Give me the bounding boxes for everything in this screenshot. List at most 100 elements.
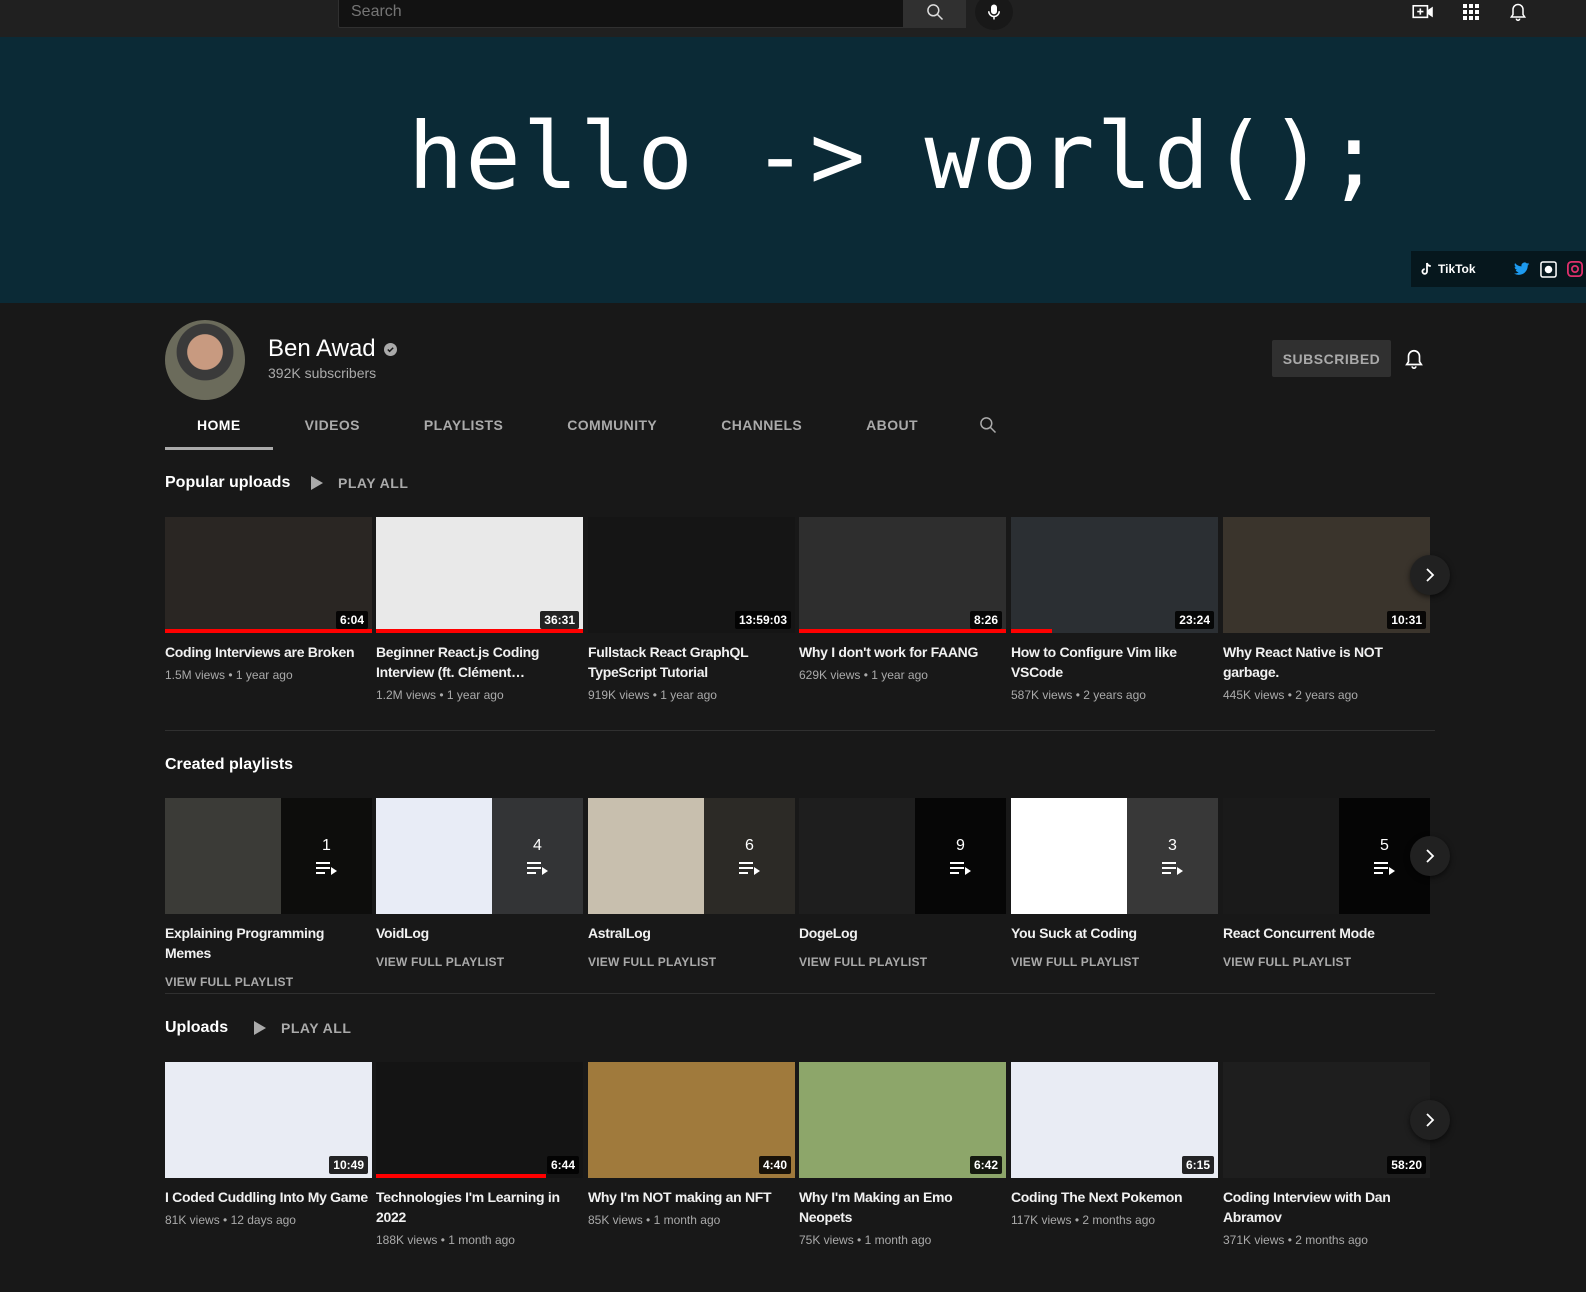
playlist-card[interactable]: 9 DogeLog VIEW FULL PLAYLIST — [799, 798, 1006, 969]
tab-videos[interactable]: VIDEOS — [273, 400, 392, 450]
video-meta: 587K views • 2 years ago — [1011, 688, 1146, 702]
uploads-next-button[interactable] — [1410, 1100, 1450, 1140]
popular-play-all-button[interactable]: PLAY ALL — [310, 475, 408, 491]
video-title[interactable]: Fullstack React GraphQL TypeScript Tutor… — [588, 642, 795, 682]
video-age: 1 year ago — [660, 688, 717, 702]
popular-uploads-title[interactable]: Popular uploads — [165, 474, 290, 492]
video-card[interactable]: 6:04 Coding Interviews are Broken 1.5M v… — [165, 517, 372, 682]
tiktok-link[interactable]: TikTok — [1421, 262, 1476, 276]
video-thumbnail[interactable]: 10:31 — [1223, 517, 1430, 633]
view-full-playlist-link[interactable]: VIEW FULL PLAYLIST — [376, 955, 583, 969]
video-thumbnail[interactable]: 6:15 — [1011, 1062, 1218, 1178]
uploads-play-all-button[interactable]: PLAY ALL — [253, 1020, 351, 1036]
instagram-icon[interactable] — [1566, 261, 1583, 277]
video-card[interactable]: 6:42 Why I'm Making an Emo Neopets 75K v… — [799, 1062, 1006, 1247]
view-full-playlist-link[interactable]: VIEW FULL PLAYLIST — [165, 975, 372, 989]
video-thumbnail[interactable]: 4:40 — [588, 1062, 795, 1178]
playlist-card[interactable]: 4 VoidLog VIEW FULL PLAYLIST — [376, 798, 583, 969]
video-card[interactable]: 10:31 Why React Native is NOT garbage. 4… — [1223, 517, 1430, 702]
search-box[interactable] — [338, 0, 904, 28]
video-thumbnail[interactable]: 6:44 — [376, 1062, 583, 1178]
video-title[interactable]: Why I don't work for FAANG — [799, 642, 1006, 662]
view-full-playlist-link[interactable]: VIEW FULL PLAYLIST — [1223, 955, 1430, 969]
video-card[interactable]: 6:15 Coding The Next Pokemon 117K views … — [1011, 1062, 1218, 1227]
playlist-card[interactable]: 3 You Suck at Coding VIEW FULL PLAYLIST — [1011, 798, 1218, 969]
video-title[interactable]: Why I'm Making an Emo Neopets — [799, 1187, 1006, 1227]
uploads-title[interactable]: Uploads — [165, 1019, 228, 1037]
video-duration: 4:40 — [758, 1156, 791, 1174]
video-card[interactable]: 4:40 Why I'm NOT making an NFT 85K views… — [588, 1062, 795, 1227]
voice-search-button[interactable] — [975, 0, 1013, 30]
video-title[interactable]: Technologies I'm Learning in 2022 — [376, 1187, 583, 1227]
tab-community[interactable]: COMMUNITY — [535, 400, 689, 450]
channel-search-button[interactable] — [958, 400, 1018, 450]
subscribed-button[interactable]: SUBSCRIBED — [1272, 340, 1391, 377]
playlist-thumbnail[interactable]: 9 — [799, 798, 1006, 914]
video-card[interactable]: 36:31 Beginner React.js Coding Interview… — [376, 517, 583, 702]
mic-icon — [988, 4, 1000, 20]
video-title[interactable]: I Coded Cuddling Into My Game — [165, 1187, 372, 1207]
tab-home[interactable]: HOME — [165, 400, 273, 450]
video-thumbnail[interactable]: 23:24 — [1011, 517, 1218, 633]
playlist-title[interactable]: You Suck at Coding — [1011, 923, 1218, 943]
video-title[interactable]: Beginner React.js Coding Interview (ft. … — [376, 642, 583, 682]
apps-icon — [1463, 4, 1479, 20]
view-full-playlist-link[interactable]: VIEW FULL PLAYLIST — [588, 955, 795, 969]
create-video-button[interactable] — [1411, 0, 1435, 24]
playlist-count: 5 — [1380, 837, 1389, 854]
notification-bell-button[interactable] — [1403, 347, 1427, 371]
video-duration: 23:24 — [1175, 611, 1214, 629]
popular-next-button[interactable] — [1410, 555, 1450, 595]
playlist-thumbnail[interactable]: 5 — [1223, 798, 1430, 914]
video-title[interactable]: Coding The Next Pokemon — [1011, 1187, 1218, 1207]
playlist-card[interactable]: 1 Explaining Programming Memes VIEW FULL… — [165, 798, 372, 989]
search-button[interactable] — [904, 0, 966, 28]
video-card[interactable]: 6:44 Technologies I'm Learning in 2022 1… — [376, 1062, 583, 1247]
playlist-title[interactable]: AstralLog — [588, 923, 795, 943]
video-thumbnail[interactable]: 8:26 — [799, 517, 1006, 633]
channel-name[interactable]: Ben Awad — [268, 335, 376, 363]
playlist-icon — [1373, 862, 1395, 875]
video-thumbnail[interactable]: 6:04 — [165, 517, 372, 633]
apps-button[interactable] — [1459, 0, 1483, 24]
video-thumbnail[interactable]: 36:31 — [376, 517, 583, 633]
tab-channels[interactable]: CHANNELS — [689, 400, 834, 450]
notifications-button[interactable] — [1506, 0, 1530, 24]
video-title[interactable]: Why I'm NOT making an NFT — [588, 1187, 795, 1207]
playlists-next-button[interactable] — [1410, 836, 1450, 876]
playlist-thumbnail[interactable]: 6 — [588, 798, 795, 914]
video-title[interactable]: How to Configure Vim like VSCode — [1011, 642, 1218, 682]
playlist-card[interactable]: 5 React Concurrent Mode VIEW FULL PLAYLI… — [1223, 798, 1430, 969]
video-title[interactable]: Coding Interview with Dan Abramov — [1223, 1187, 1430, 1227]
video-title[interactable]: Coding Interviews are Broken — [165, 642, 372, 662]
video-thumbnail[interactable]: 13:59:03 — [588, 517, 795, 633]
video-card[interactable]: 23:24 How to Configure Vim like VSCode 5… — [1011, 517, 1218, 702]
playlist-count: 9 — [956, 837, 965, 854]
twitter-icon[interactable] — [1513, 262, 1530, 276]
playlist-thumbnail[interactable]: 3 — [1011, 798, 1218, 914]
created-playlists-title[interactable]: Created playlists — [165, 756, 293, 774]
github-icon[interactable] — [1539, 260, 1557, 278]
video-thumbnail[interactable]: 58:20 — [1223, 1062, 1430, 1178]
playlist-thumbnail[interactable]: 1 — [165, 798, 372, 914]
video-title[interactable]: Why React Native is NOT garbage. — [1223, 642, 1430, 682]
video-card[interactable]: 10:49 I Coded Cuddling Into My Game 81K … — [165, 1062, 372, 1227]
search-input[interactable] — [339, 0, 903, 27]
tab-about[interactable]: ABOUT — [834, 400, 950, 450]
video-card[interactable]: 8:26 Why I don't work for FAANG 629K vie… — [799, 517, 1006, 682]
video-thumbnail[interactable]: 6:42 — [799, 1062, 1006, 1178]
view-full-playlist-link[interactable]: VIEW FULL PLAYLIST — [1011, 955, 1218, 969]
playlist-thumbnail[interactable]: 4 — [376, 798, 583, 914]
playlist-title[interactable]: DogeLog — [799, 923, 1006, 943]
tab-playlists[interactable]: PLAYLISTS — [392, 400, 535, 450]
playlist-title[interactable]: React Concurrent Mode — [1223, 923, 1430, 943]
playlist-card[interactable]: 6 AstralLog VIEW FULL PLAYLIST — [588, 798, 795, 969]
playlist-title[interactable]: VoidLog — [376, 923, 583, 943]
video-views: 81K views — [165, 1213, 220, 1227]
view-full-playlist-link[interactable]: VIEW FULL PLAYLIST — [799, 955, 1006, 969]
video-card[interactable]: 13:59:03 Fullstack React GraphQL TypeScr… — [588, 517, 795, 702]
channel-avatar[interactable] — [165, 320, 245, 400]
video-thumbnail[interactable]: 10:49 — [165, 1062, 372, 1178]
playlist-title[interactable]: Explaining Programming Memes — [165, 923, 372, 963]
video-card[interactable]: 58:20 Coding Interview with Dan Abramov … — [1223, 1062, 1430, 1247]
